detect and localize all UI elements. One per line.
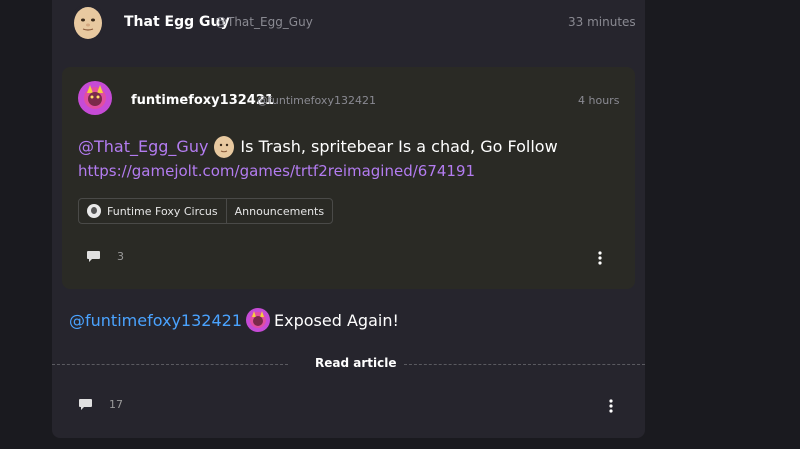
quoted-author-avatar[interactable]: [78, 81, 112, 115]
divider-left: [52, 364, 288, 365]
tag-label: Funtime Foxy Circus: [107, 204, 218, 218]
comments-button[interactable]: 17: [78, 398, 123, 411]
mention-avatar: [212, 134, 237, 158]
quoted-post-text: @That_Egg_Guy Is Trash, spritebear Is a …: [78, 134, 558, 158]
read-article-button[interactable]: Read article: [315, 356, 396, 370]
read-article-divider: Read article: [52, 356, 645, 372]
quoted-author-name[interactable]: funtimefoxy132421: [131, 93, 274, 108]
more-vertical-icon[interactable]: [598, 251, 602, 265]
quoted-post-body: Is Trash, spritebear Is a chad, Go Follo…: [240, 136, 558, 156]
tag-funtime-foxy-circus[interactable]: Funtime Foxy Circus: [79, 199, 226, 223]
mention-avatar: [246, 308, 271, 332]
comment-icon: [87, 251, 100, 262]
post-body-text: Exposed Again!: [274, 310, 399, 330]
author-handle[interactable]: @That_Egg_Guy: [215, 15, 313, 29]
post-body: @funtimefoxy132421 Exposed Again!: [69, 308, 399, 332]
tag-announcements[interactable]: Announcements: [225, 199, 332, 223]
community-icon: [87, 204, 101, 218]
quoted-comment-count: 3: [117, 250, 124, 263]
divider-right: [404, 364, 645, 365]
mention-link[interactable]: @That_Egg_Guy: [78, 137, 208, 156]
quoted-comments-button[interactable]: 3: [86, 250, 124, 263]
tag-label: Announcements: [234, 204, 325, 218]
more-vertical-icon[interactable]: [609, 399, 613, 413]
comment-count: 17: [109, 398, 123, 411]
author-name[interactable]: That Egg Guy: [124, 14, 230, 30]
post-timestamp[interactable]: 33 minutes: [568, 15, 636, 29]
game-link[interactable]: https://gamejolt.com/games/trtf2reimagin…: [78, 162, 475, 180]
mention-link[interactable]: @funtimefoxy132421: [69, 311, 242, 330]
community-tags: Funtime Foxy Circus Announcements: [78, 198, 334, 224]
quoted-post-timestamp[interactable]: 4 hours: [578, 94, 619, 107]
author-avatar[interactable]: [70, 4, 106, 40]
comment-icon: [79, 399, 92, 410]
quoted-author-handle[interactable]: @funtimefoxy132421: [257, 94, 376, 107]
